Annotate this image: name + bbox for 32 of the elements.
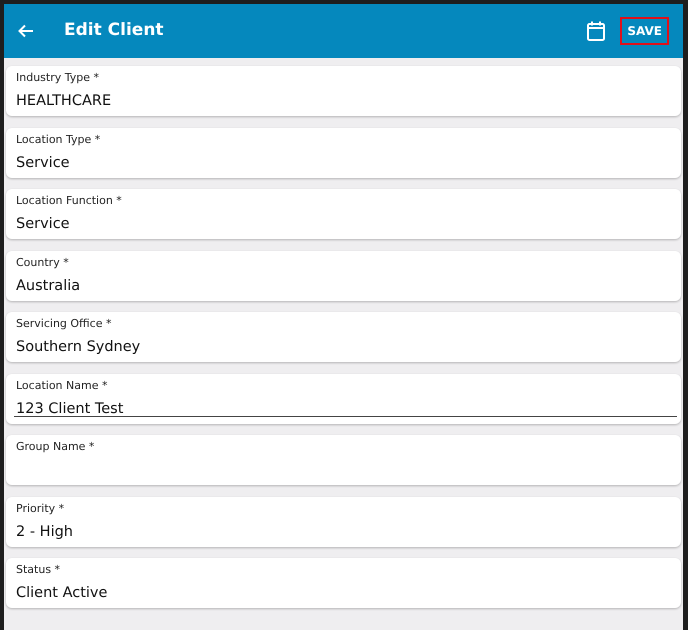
form-field[interactable]: Group Name * [6, 435, 681, 485]
form-field[interactable]: Location Name * 123 Client Test [6, 374, 681, 424]
form-field[interactable]: Industry Type * HEALTHCARE [6, 66, 681, 116]
field-value: 2 - High [16, 522, 74, 540]
calendar-icon [587, 21, 606, 41]
form-field[interactable]: Status * Client Active [6, 558, 681, 608]
field-label: Location Type * [16, 132, 102, 146]
field-label: Country * [16, 256, 70, 270]
field-value: Service [16, 215, 71, 233]
field-label: Servicing Office * [16, 317, 112, 331]
field-value: Australia [16, 276, 82, 294]
field-label: Location Function * [16, 194, 123, 208]
screen-title: Edit Client [64, 19, 164, 42]
calendar-button[interactable] [586, 20, 606, 42]
back-arrow-icon [18, 24, 34, 38]
field-label: Status * [16, 563, 62, 577]
form-field[interactable]: Priority * 2 - High [6, 496, 681, 546]
field-value: Service [16, 154, 71, 172]
field-value: Southern Sydney [16, 338, 142, 356]
form-field[interactable]: Servicing Office * Southern Sydney [6, 312, 681, 362]
field-value: 123 Client Test [16, 400, 124, 418]
form-field[interactable]: Location Type * Service [6, 128, 681, 178]
back-button[interactable] [18, 23, 34, 39]
field-label: Priority * [16, 502, 66, 516]
field-label: Industry Type * [16, 71, 100, 85]
form-field[interactable]: Location Function * Service [6, 189, 681, 239]
form-field[interactable]: Country * Australia [6, 250, 681, 300]
field-label: Group Name * [16, 440, 96, 454]
field-value: Client Active [16, 584, 108, 602]
field-value: HEALTHCARE [16, 92, 112, 110]
field-label: Location Name * [16, 378, 108, 392]
save-button[interactable]: SAVE [620, 17, 669, 45]
